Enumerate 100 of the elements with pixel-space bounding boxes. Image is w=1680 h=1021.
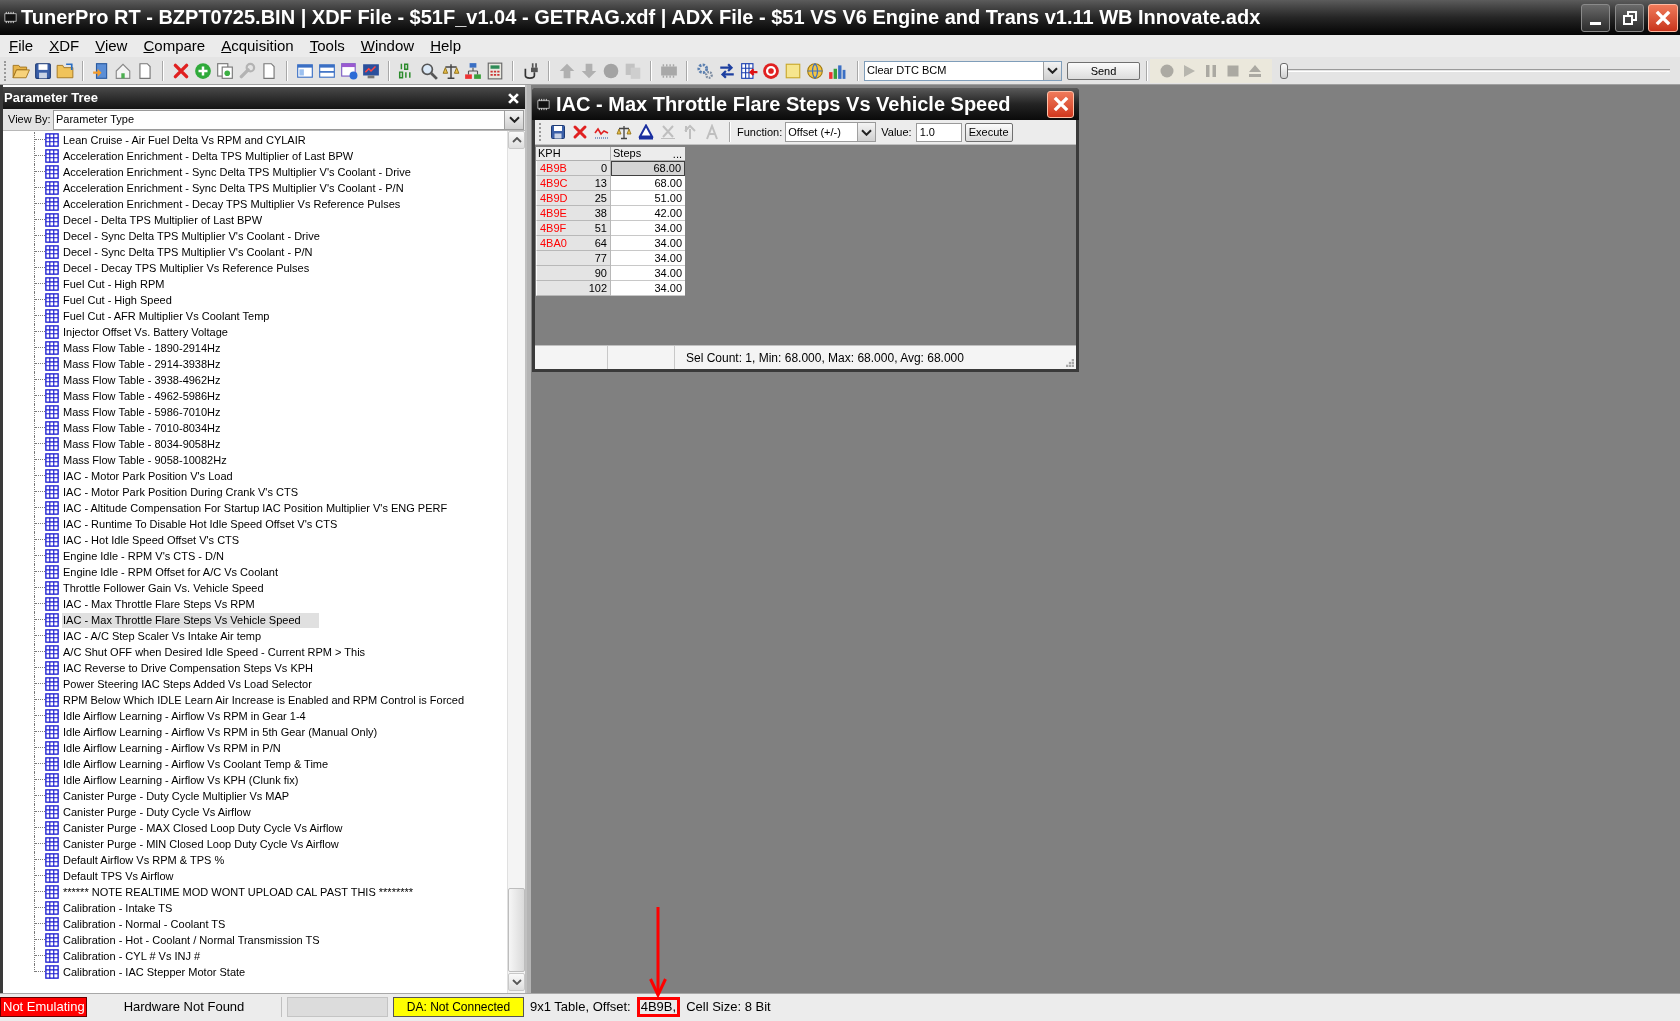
tree-item[interactable]: Default TPS Vs Airflow: [62, 868, 192, 884]
tree-item[interactable]: Calibration - Normal - Coolant TS: [62, 916, 244, 932]
table-cell[interactable]: 34.00: [611, 281, 685, 296]
house-icon[interactable]: [114, 61, 132, 80]
folder-icon[interactable]: [56, 61, 74, 80]
dropdown-button[interactable]: [857, 123, 876, 141]
tree-item[interactable]: Mass Flow Table - 1890-2914Hz: [62, 340, 239, 356]
tree-item[interactable]: Engine Idle - RPM Offset for A/C Vs Coolant: [62, 564, 296, 580]
command-dropdown[interactable]: Clear DTC BCM: [864, 60, 1062, 81]
tree-item[interactable]: Idle Airflow Learning - Airflow Vs RPM in P/N: [62, 740, 299, 756]
tree-item[interactable]: Throttle Follower Gain Vs. Vehicle Speed: [62, 580, 282, 596]
tree-item[interactable]: Mass Flow Table - 7010-8034Hz: [62, 420, 239, 436]
tree-item[interactable]: IAC - Motor Park Position During Crank V's CTS: [62, 484, 316, 500]
menu-item[interactable]: Help: [422, 36, 469, 56]
table-cell[interactable]: 42.00: [611, 206, 685, 221]
slider-thumb[interactable]: [1280, 62, 1288, 79]
table-cell[interactable]: 51.00: [611, 191, 685, 206]
copy-icon[interactable]: [216, 61, 234, 80]
tree-item[interactable]: Canister Purge - Duty Cycle Multiplier Vs MAP: [62, 788, 308, 804]
tree-item[interactable]: Mass Flow Table - 5986-7010Hz: [62, 404, 239, 420]
function-dropdown[interactable]: Offset (+/-): [785, 122, 877, 142]
tree-item[interactable]: Acceleration Enrichment - Decay TPS Multiplier Vs Reference Pulses: [62, 196, 419, 212]
tree-item[interactable]: Fuel Cut - AFR Multiplier Vs Coolant Temp: [62, 308, 288, 324]
dropdown-button[interactable]: [504, 110, 523, 129]
tree-item[interactable]: Decel - Sync Delta TPS Multiplier V's Coolant - P/N: [62, 244, 331, 260]
tree-item[interactable]: IAC - Hot Idle Speed Offset V's CTS: [62, 532, 258, 548]
dropdown-button[interactable]: [1043, 61, 1061, 80]
tree-item[interactable]: Lean Cruise - Air Fuel Delta Vs RPM and CYLAIR: [62, 132, 324, 148]
tree-item[interactable]: Decel - Delta TPS Multiplier of Last BPW: [62, 212, 281, 228]
tree-item[interactable]: Idle Airflow Learning - Airflow Vs RPM in Gear 1-4: [62, 708, 324, 724]
tree-item[interactable]: IAC - Altitude Compensation For Startup IAC Position Multiplier V's ENG PERF: [62, 500, 466, 516]
window-icon[interactable]: [296, 61, 314, 80]
tree-item[interactable]: Idle Airflow Learning - Airflow Vs RPM in 5th Gear (Manual Only): [62, 724, 396, 740]
menu-item[interactable]: Acquisition: [213, 36, 302, 56]
tree-item[interactable]: Decel - Decay TPS Multiplier Vs Reference Pulses: [62, 260, 328, 276]
tree-item[interactable]: Calibration - Intake TS: [62, 900, 191, 916]
gears-icon[interactable]: [696, 61, 714, 80]
search-icon[interactable]: [420, 61, 438, 80]
hierarchy-icon[interactable]: [464, 61, 482, 80]
tree-item[interactable]: IAC - A/C Step Scaler Vs Intake Air temp: [62, 628, 280, 644]
menu-item[interactable]: Window: [352, 36, 423, 56]
target-icon[interactable]: [762, 61, 780, 80]
tree-item[interactable]: Fuel Cut - High Speed: [62, 292, 190, 308]
tree-item[interactable]: IAC - Runtime To Disable Hot Idle Speed Offset V's CTS: [62, 516, 356, 532]
scroll-down-button[interactable]: [508, 973, 525, 991]
document-icon[interactable]: [136, 61, 154, 80]
tree-item[interactable]: Mass Flow Table - 4962-5986Hz: [62, 388, 239, 404]
table-cell[interactable]: 68.00: [611, 161, 685, 176]
menu-item[interactable]: View: [87, 36, 136, 56]
triangle-icon[interactable]: [638, 124, 654, 140]
tree-item[interactable]: Calibration - Hot - Coolant / Normal Transmission TS: [62, 932, 338, 948]
document-icon[interactable]: [260, 61, 278, 80]
tree-item[interactable]: Fuel Cut - High RPM: [62, 276, 183, 292]
restore-button[interactable]: [1615, 3, 1644, 32]
table-cell[interactable]: 34.00: [611, 251, 685, 266]
table-cell[interactable]: 34.00: [611, 221, 685, 236]
view-by-dropdown[interactable]: Parameter Type: [53, 109, 524, 130]
scroll-thumb[interactable]: [508, 888, 525, 972]
execute-button[interactable]: Execute: [964, 122, 1013, 142]
scale-icon[interactable]: [616, 124, 632, 140]
tree-item[interactable]: Mass Flow Table - 9058-10082Hz: [62, 452, 245, 468]
tree-item[interactable]: ****** NOTE REALTIME MOD WONT UPLOAD CAL PAST THIS ********: [62, 884, 432, 900]
save-icon[interactable]: [34, 61, 52, 80]
tree-item[interactable]: Default Airflow Vs RPM & TPS %: [62, 852, 243, 868]
tree-item[interactable]: RPM Below Which IDLE Learn Air Increase is Enabled and RPM Control is Forced: [62, 692, 483, 708]
close-button[interactable]: [1648, 3, 1678, 32]
scale-icon[interactable]: [442, 61, 460, 80]
tree-item[interactable]: IAC - Max Throttle Flare Steps Vs RPM: [62, 596, 273, 612]
tree-item[interactable]: Injector Offset Vs. Battery Voltage: [62, 324, 246, 340]
tree-item[interactable]: IAC - Motor Park Position V's Load: [62, 468, 251, 484]
position-slider[interactable]: [1280, 62, 1670, 79]
tree-item[interactable]: Acceleration Enrichment - Sync Delta TPS Multiplier V's Coolant - Drive: [62, 164, 429, 180]
tree-item[interactable]: Acceleration Enrichment - Sync Delta TPS Multiplier V's Coolant - P/N: [62, 180, 422, 196]
menu-item[interactable]: XDF: [41, 36, 88, 56]
tree-item[interactable]: Calibration - CYL # Vs INJ #: [62, 948, 219, 964]
menu-item[interactable]: Compare: [135, 36, 214, 56]
x-mark-icon[interactable]: [572, 124, 588, 140]
plug-icon[interactable]: [522, 61, 540, 80]
save-icon[interactable]: [550, 124, 566, 140]
table-arrow-icon[interactable]: [740, 61, 758, 80]
tree-item[interactable]: Canister Purge - MAX Closed Loop Duty Cycle Vs Airflow: [62, 820, 361, 836]
tree-item[interactable]: IAC Reverse to Drive Compensation Steps Vs KPH: [62, 660, 332, 676]
tree-item[interactable]: Calibration - IAC Stepper Motor State: [62, 964, 264, 980]
globe-icon[interactable]: [806, 61, 824, 80]
table-cell[interactable]: 34.00: [611, 236, 685, 251]
table-cell[interactable]: 34.00: [611, 266, 685, 281]
scroll-up-button[interactable]: [508, 131, 525, 149]
close-button[interactable]: [1047, 90, 1074, 118]
tree-item[interactable]: A/C Shut OFF when Desired Idle Speed - Current RPM > This: [62, 644, 384, 660]
plus-circle-icon[interactable]: [194, 61, 212, 80]
value-input[interactable]: 1.0: [915, 122, 962, 142]
minimize-button[interactable]: [1581, 3, 1610, 32]
info-window-icon[interactable]: [340, 61, 358, 80]
split-window-icon[interactable]: [318, 61, 336, 80]
send-button[interactable]: Send: [1067, 61, 1140, 80]
tree-item[interactable]: Mass Flow Table - 2914-3938Hz: [62, 356, 239, 372]
tree-item[interactable]: IAC - Max Throttle Flare Steps Vs Vehicle Speed: [62, 612, 319, 628]
tree-item[interactable]: Mass Flow Table - 8034-9058Hz: [62, 436, 239, 452]
x-mark-icon[interactable]: [172, 61, 190, 80]
monitor-chart-icon[interactable]: [362, 61, 380, 80]
